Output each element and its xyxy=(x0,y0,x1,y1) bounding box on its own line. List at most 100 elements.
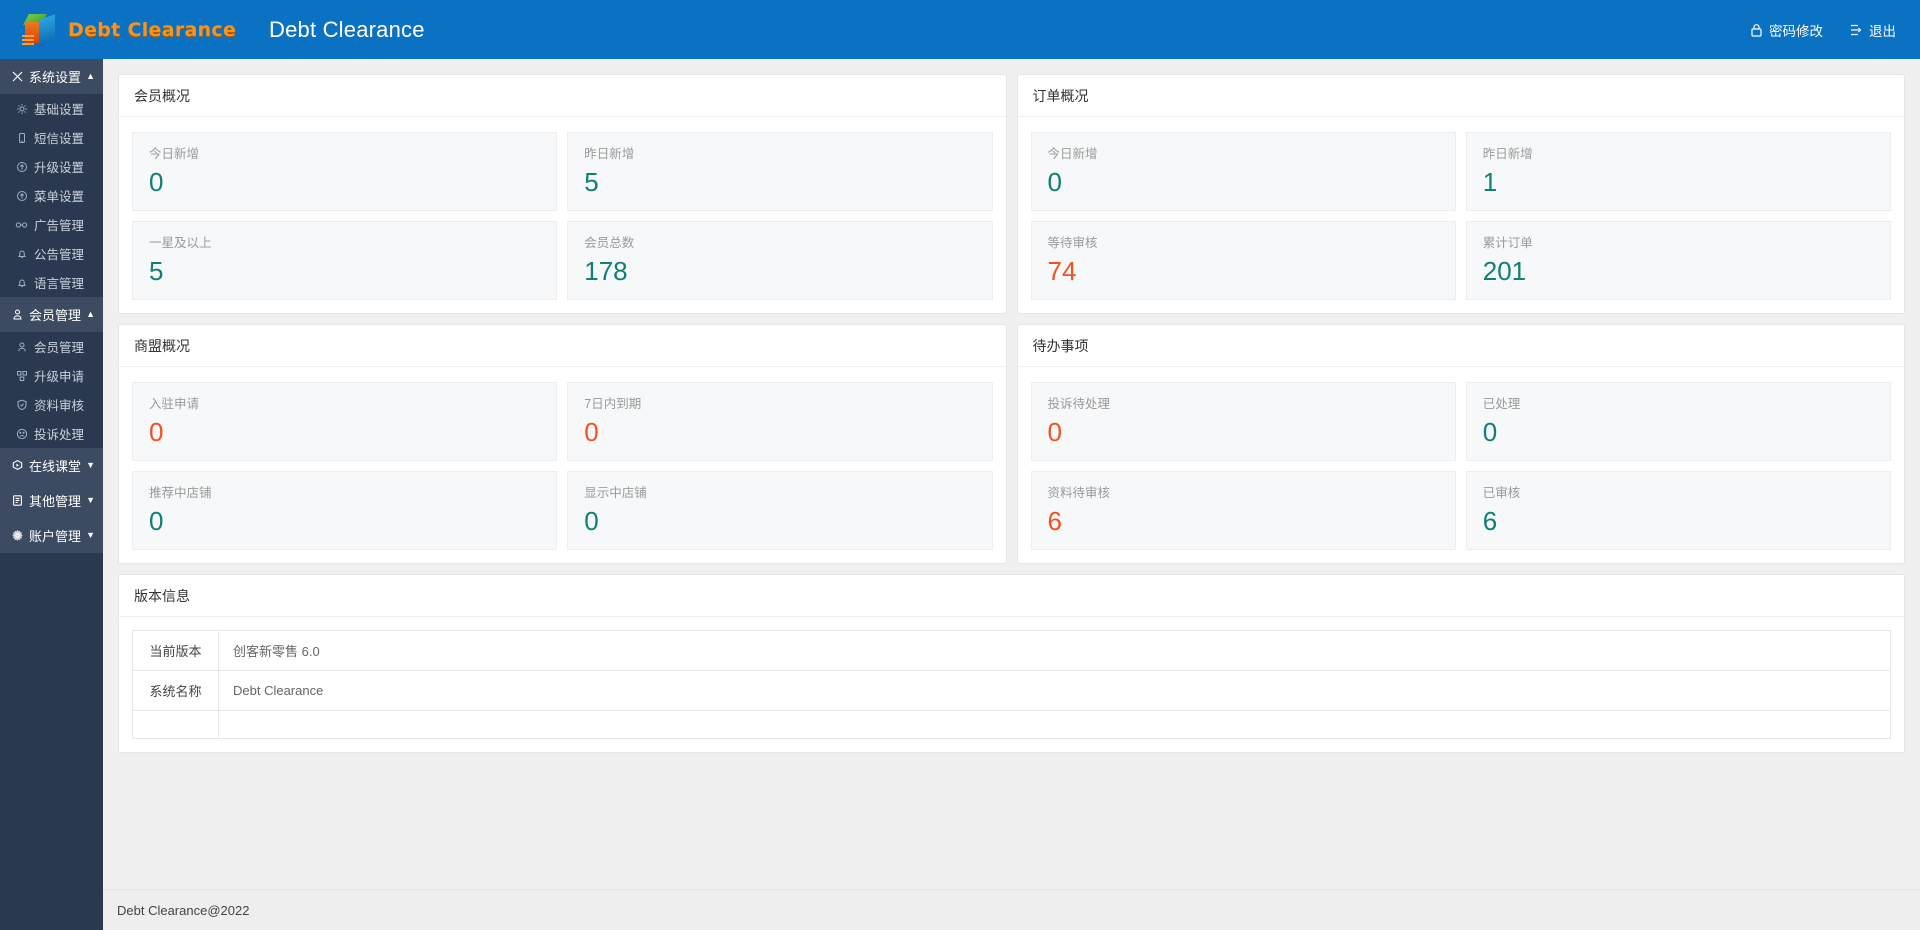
stat-label: 昨日新增 xyxy=(1482,147,1533,161)
sidebar-group-member-management[interactable]: 会员管理 ▲ xyxy=(0,297,103,332)
stat-cell[interactable]: 已处理 0 xyxy=(1461,377,1896,466)
sidebar-item-basic-settings[interactable]: 基础设置 xyxy=(0,94,103,123)
version-info-table: 当前版本 创客新零售 6.0 系统名称 Debt Clearance xyxy=(132,630,1891,739)
sidebar-item-profile-review[interactable]: 资料审核 xyxy=(0,390,103,419)
table-cell-key: 系统名称 xyxy=(132,670,219,711)
sidebar-item-upgrade-settings[interactable]: 升级设置 xyxy=(0,152,103,181)
sidebar-item-announcement-management[interactable]: 公告管理 xyxy=(0,239,103,268)
sidebar-item-label: 升级申请 xyxy=(34,370,85,384)
stat-value: 6 xyxy=(1482,506,1498,536)
stat-cell[interactable]: 昨日新增 5 xyxy=(562,127,997,216)
chevron-down-icon: ▼ xyxy=(86,530,95,540)
panel-wrap-todo-items: 待办事项 投诉待处理 0 已处理 0 资料待审核 6 已审核 6 xyxy=(1012,319,1911,569)
stat-box: 显示中店铺 0 xyxy=(567,471,993,550)
stat-cell[interactable]: 资料待审核 6 xyxy=(1026,466,1461,555)
panel-alliance-overview: 商盟概况 入驻申请 0 7日内到期 0 推荐中店铺 0 显示中店铺 0 xyxy=(118,324,1007,564)
document-icon xyxy=(10,494,25,507)
upgrade-apply-icon xyxy=(14,370,29,382)
sidebar-item-complaint-handling[interactable]: 投诉处理 xyxy=(0,419,103,448)
cube-logo-icon xyxy=(22,12,58,48)
sidebar-item-upgrade-application[interactable]: 升级申请 xyxy=(0,361,103,390)
stat-label: 投诉待处理 xyxy=(1047,397,1111,411)
change-password-label: 密码修改 xyxy=(1769,23,1823,39)
chevron-up-icon: ▲ xyxy=(86,71,95,81)
stat-cell[interactable]: 推荐中店铺 0 xyxy=(127,466,562,555)
sidebar-item-label: 投诉处理 xyxy=(34,428,85,442)
stat-cell[interactable]: 显示中店铺 0 xyxy=(562,466,997,555)
stat-label: 入驻申请 xyxy=(149,397,200,411)
header-actions: 密码修改 退出 xyxy=(1750,20,1920,40)
stat-value: 201 xyxy=(1482,256,1527,286)
gear-icon xyxy=(14,103,29,115)
sidebar-item-ad-management[interactable]: 广告管理 xyxy=(0,210,103,239)
table-cell-value: Debt Clearance xyxy=(218,670,1891,711)
stat-label: 资料待审核 xyxy=(1047,486,1111,500)
stat-cell[interactable]: 投诉待处理 0 xyxy=(1026,377,1461,466)
stat-cell[interactable]: 等待审核 74 xyxy=(1026,216,1461,305)
stat-label: 今日新增 xyxy=(149,147,200,161)
stat-value: 0 xyxy=(584,417,599,447)
sidebar-group-account-management[interactable]: 账户管理 ▼ xyxy=(0,518,103,553)
bell-icon xyxy=(14,248,29,260)
logout-button[interactable]: 退出 xyxy=(1849,20,1896,40)
sidebar-item-language-management[interactable]: 语言管理 xyxy=(0,268,103,297)
brand-block[interactable]: Debt Clearance xyxy=(0,0,265,59)
panel-version-info: 版本信息 当前版本 创客新零售 6.0 系统名称 Debt Clearance xyxy=(118,574,1905,753)
stat-value: 0 xyxy=(1047,417,1062,447)
table-row xyxy=(132,710,1891,739)
table-cell-value: 创客新零售 6.0 xyxy=(218,630,1891,671)
panel-title: 会员概况 xyxy=(119,75,1006,117)
chevron-up-icon: ▲ xyxy=(86,309,95,319)
sidebar-group-other-management[interactable]: 其他管理 ▼ xyxy=(0,483,103,518)
brand-text: Debt Clearance xyxy=(68,18,237,41)
sidebar-item-menu-settings[interactable]: 菜单设置 xyxy=(0,181,103,210)
stat-cell[interactable]: 已审核 6 xyxy=(1461,466,1896,555)
top-header-bar: Debt Clearance Debt Clearance 密码修改 退出 xyxy=(0,0,1920,59)
stat-cell[interactable]: 今日新增 0 xyxy=(127,127,562,216)
sidebar-group-online-classroom[interactable]: 在线课堂 ▼ xyxy=(0,448,103,483)
stat-label: 累计订单 xyxy=(1482,236,1533,250)
stat-cell[interactable]: 昨日新增 1 xyxy=(1461,127,1896,216)
stat-box: 资料待审核 6 xyxy=(1030,471,1456,550)
menu-circle-icon xyxy=(14,190,29,202)
sidebar-item-label: 升级设置 xyxy=(34,161,85,175)
stat-cell[interactable]: 今日新增 0 xyxy=(1026,127,1461,216)
stat-value: 0 xyxy=(149,506,164,536)
mobile-icon xyxy=(14,132,29,144)
sidebar-item-member-management[interactable]: 会员管理 xyxy=(0,332,103,361)
sidebar-item-label: 广告管理 xyxy=(34,219,85,233)
tools-icon xyxy=(10,70,25,83)
sidebar-group-system-settings[interactable]: 系统设置 ▲ xyxy=(0,59,103,94)
user-icon xyxy=(14,341,29,353)
stat-cell[interactable]: 7日内到期 0 xyxy=(562,377,997,466)
stat-cell[interactable]: 入驻申请 0 xyxy=(127,377,562,466)
stat-label: 7日内到期 xyxy=(584,397,642,411)
stat-cell[interactable]: 一星及以上 5 xyxy=(127,216,562,305)
stat-box: 昨日新增 1 xyxy=(1465,132,1891,211)
chevron-down-icon: ▼ xyxy=(86,495,95,505)
change-password-button[interactable]: 密码修改 xyxy=(1750,20,1823,40)
stat-box: 已审核 6 xyxy=(1465,471,1891,550)
stat-value: 0 xyxy=(1482,417,1498,447)
sidebar-item-label: 公告管理 xyxy=(34,248,85,262)
table-cell-key xyxy=(132,710,219,739)
stat-label: 显示中店铺 xyxy=(584,486,647,500)
panel-order-overview: 订单概况 今日新增 0 昨日新增 1 等待审核 74 累计订单 201 xyxy=(1016,74,1905,314)
logout-icon xyxy=(1849,23,1863,37)
stat-box: 昨日新增 5 xyxy=(567,132,993,211)
member-icon xyxy=(10,308,25,321)
sidebar-item-label: 语言管理 xyxy=(34,277,85,291)
stat-label: 昨日新增 xyxy=(584,147,635,161)
stat-cell[interactable]: 会员总数 178 xyxy=(562,216,997,305)
stat-cell[interactable]: 累计订单 201 xyxy=(1461,216,1896,305)
stat-value: 0 xyxy=(149,417,164,447)
panel-title: 商盟概况 xyxy=(119,325,1006,367)
panel-todo-items: 待办事项 投诉待处理 0 已处理 0 资料待审核 6 已审核 6 xyxy=(1016,324,1905,564)
sidebar-item-label: 基础设置 xyxy=(34,103,85,117)
sidebar-item-label: 短信设置 xyxy=(34,132,85,146)
shield-check-icon xyxy=(14,399,29,411)
stat-box: 等待审核 74 xyxy=(1030,221,1456,300)
sidebar-item-sms-settings[interactable]: 短信设置 xyxy=(0,123,103,152)
stat-label: 一星及以上 xyxy=(149,236,212,250)
lock-icon xyxy=(1750,23,1763,37)
